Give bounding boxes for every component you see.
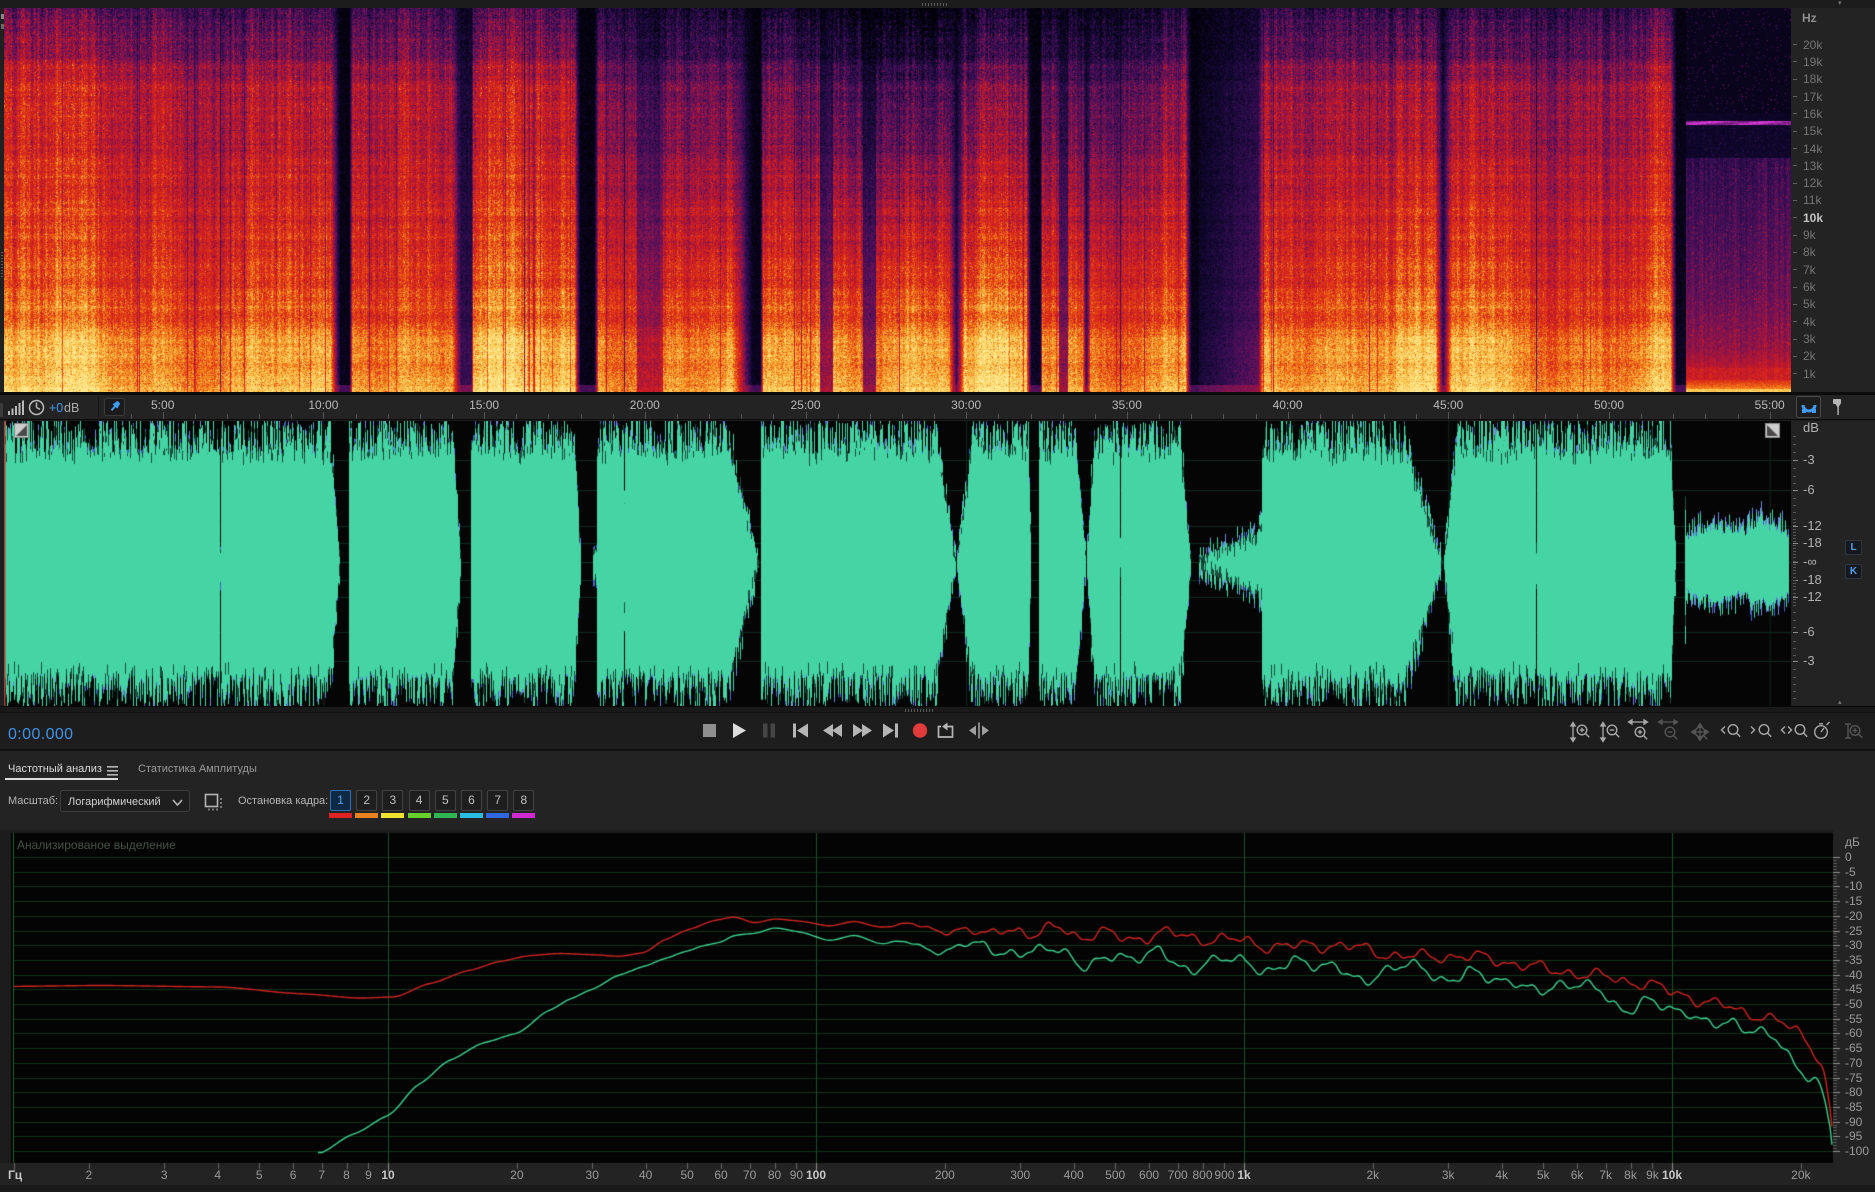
svg-text:dB: dB <box>64 401 79 415</box>
svg-text:+0: +0 <box>49 401 63 415</box>
